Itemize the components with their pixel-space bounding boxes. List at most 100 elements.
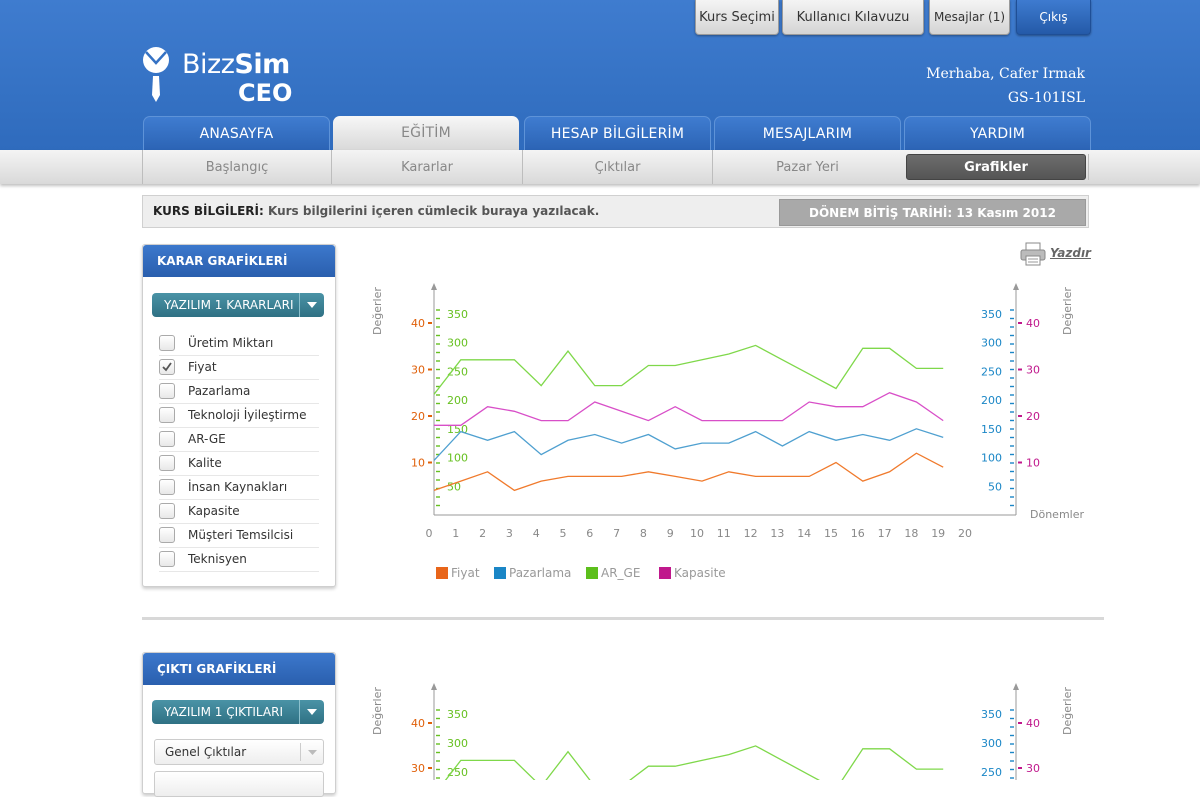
section-divider — [142, 617, 1104, 620]
x-tick-label: 19 — [931, 527, 945, 540]
checkbox[interactable] — [159, 551, 175, 567]
user-greeting: Merhaba, Cafer Irmak — [926, 66, 1085, 82]
nav-tab-account[interactable]: HESAP BİLGİLERİM — [524, 116, 711, 151]
x-tick-label: 20 — [958, 527, 972, 540]
decision-option-label: AR-GE — [188, 432, 226, 446]
decision-option[interactable]: AR-GE — [159, 427, 319, 452]
decision-option[interactable]: Kapasite — [159, 499, 319, 524]
checkbox[interactable] — [159, 431, 175, 447]
checkbox-checked[interactable] — [159, 359, 175, 375]
decision-option-label: Kapasite — [188, 504, 240, 518]
checkbox[interactable] — [159, 527, 175, 543]
legend-item-kapasite[interactable]: Kapasite — [659, 566, 726, 580]
decision-option-label: Fiyat — [188, 360, 217, 374]
checkbox[interactable] — [159, 407, 175, 423]
y-tick-label-right-outer: 40 — [1026, 717, 1040, 730]
y-tick-label-right-outer: 30 — [1026, 762, 1040, 775]
x-tick-label: 2 — [479, 527, 486, 540]
print-link[interactable]: Yazdır — [1050, 246, 1091, 260]
legend-item-fiyat[interactable]: Fiyat — [436, 566, 480, 580]
subnav-outputs[interactable]: Çıktılar — [522, 150, 712, 184]
checkbox[interactable] — [159, 479, 175, 495]
y-tick-label-left-inner: 300 — [447, 737, 468, 750]
decision-option[interactable]: İnsan Kaynakları — [159, 475, 319, 500]
nav-tab-help[interactable]: YARDIM — [904, 116, 1091, 151]
decision-option[interactable]: Müşteri Temsilcisi — [159, 523, 319, 548]
series-line-arge — [444, 745, 944, 780]
series-line-pazarlama — [433, 428, 944, 461]
decisions-dropdown-label: YAZILIM 1 KARARLARI — [164, 298, 294, 312]
checkbox[interactable] — [159, 503, 175, 519]
subnav-decisions[interactable]: Kararlar — [331, 150, 522, 184]
y-tick-label-left-inner: 350 — [447, 308, 468, 321]
decision-charts-panel: KARAR GRAFİKLERİ YAZILIM 1 KARARLARI Üre… — [142, 244, 336, 587]
messages-button[interactable]: Mesajlar (1) — [929, 0, 1010, 35]
decision-charts-title: KARAR GRAFİKLERİ — [143, 245, 335, 277]
decisions-dropdown[interactable]: YAZILIM 1 KARARLARI — [152, 293, 324, 317]
subnav-start[interactable]: Başlangıç — [142, 150, 331, 184]
outputs-dropdown[interactable]: YAZILIM 1 ÇIKTILARI — [152, 700, 324, 724]
bizzsim-logo[interactable]: BizzSim CEO — [142, 45, 302, 107]
decision-option[interactable]: Kalite — [159, 451, 319, 476]
y-tick-label-left-inner: 250 — [447, 365, 468, 378]
y-tick-label-left-outer: 10 — [411, 457, 425, 470]
x-tick-label: 6 — [586, 527, 593, 540]
subnav-divider — [1088, 154, 1089, 180]
chevron-down-icon — [299, 700, 324, 724]
decision-option[interactable]: Teknisyen — [159, 547, 319, 572]
output-subcategory-select[interactable] — [154, 771, 324, 797]
decision-option-label: Kalite — [188, 456, 222, 470]
decision-option[interactable]: Pazarlama — [159, 379, 319, 404]
decision-option[interactable]: Üretim Miktarı — [159, 331, 319, 356]
y-tick-label-right-inner: 300 — [981, 337, 1002, 350]
y-tick-label-left-outer: 40 — [411, 317, 425, 330]
logout-button[interactable]: Çıkış — [1016, 0, 1091, 35]
y-tick-label-right-inner: 100 — [981, 452, 1002, 465]
x-axis-title: Dönemler — [1030, 508, 1084, 521]
x-tick-label: 15 — [824, 527, 838, 540]
y-axis-left-title: Değerler — [371, 287, 384, 335]
y-tick-label-left-inner: 300 — [447, 337, 468, 350]
subnav-charts[interactable]: Grafikler — [906, 154, 1086, 180]
y-tick-label-right-inner: 250 — [981, 766, 1002, 779]
decision-option[interactable]: Teknoloji İyileştirme — [159, 403, 319, 428]
legend-swatch-arge — [586, 567, 598, 579]
x-tick-label: 16 — [851, 527, 865, 540]
printer-icon[interactable] — [1020, 242, 1046, 266]
legend-item-pazarlama[interactable]: Pazarlama — [494, 566, 571, 580]
y-tick-label-left-outer: 40 — [411, 717, 425, 730]
chevron-down-icon — [300, 743, 323, 761]
y-tick-label-right-inner: 50 — [988, 480, 1002, 493]
legend-item-arge[interactable]: AR_GE — [586, 566, 640, 580]
nav-tab-home[interactable]: ANASAYFA — [143, 116, 330, 151]
x-tick-label: 13 — [770, 527, 784, 540]
checkbox[interactable] — [159, 455, 175, 471]
x-tick-label: 9 — [667, 527, 674, 540]
series-line-kapasite — [434, 391, 944, 426]
decision-option-label: Teknoloji İyileştirme — [188, 408, 307, 422]
series-line-arge — [433, 344, 944, 395]
y-axis-right-arrow — [1013, 683, 1019, 690]
x-tick-label: 8 — [640, 527, 647, 540]
y-tick-label-left-outer: 20 — [411, 410, 425, 423]
y-axis-right-arrow — [1013, 283, 1019, 290]
course-selection-button[interactable]: Kurs Seçimi — [695, 0, 779, 35]
output-charts-panel: ÇIKTI GRAFİKLERİ YAZILIM 1 ÇIKTILARI Gen… — [142, 652, 336, 797]
checkbox[interactable] — [159, 383, 175, 399]
output-category-select[interactable]: Genel Çıktılar — [154, 739, 324, 765]
decision-option[interactable]: Fiyat — [159, 355, 319, 380]
user-manual-button[interactable]: Kullanıcı Kılavuzu — [782, 0, 924, 35]
checkbox[interactable] — [159, 335, 175, 351]
legend-swatch-fiyat — [436, 567, 448, 579]
subnav-marketplace[interactable]: Pazar Yeri — [712, 150, 902, 184]
nav-tab-training[interactable]: EĞİTİM — [333, 116, 519, 150]
x-tick-label: 7 — [613, 527, 620, 540]
x-tick-label: 5 — [560, 527, 567, 540]
y-tick-label-right-inner: 350 — [981, 708, 1002, 721]
nav-tab-messages[interactable]: MESAJLARIM — [714, 116, 901, 151]
y-tick-label-right-inner: 350 — [981, 308, 1002, 321]
period-end-date: DÖNEM BİTİŞ TARİHİ: 13 Kasım 2012 — [779, 199, 1086, 226]
logo-wordmark: BizzSim — [182, 49, 290, 80]
y-tick-label-left-outer: 30 — [411, 762, 425, 775]
y-axis-right-title: Değerler — [1061, 687, 1074, 735]
